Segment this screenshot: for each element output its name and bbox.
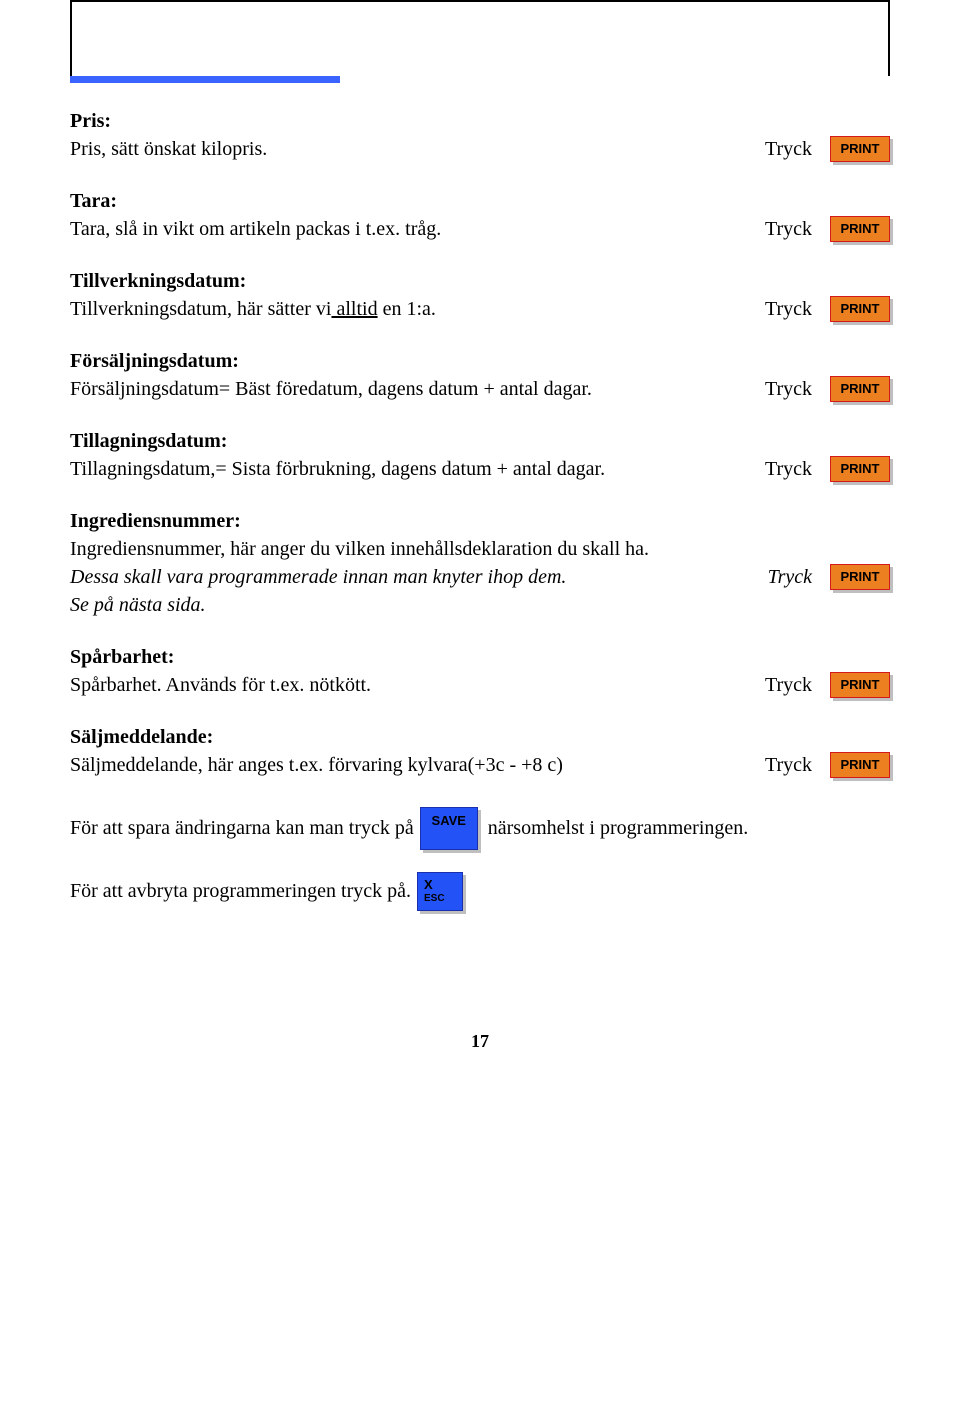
save-post-text: närsomhelst i programmeringen. [478, 817, 755, 840]
heading-ingrediensnummer: Ingrediensnummer: [70, 510, 241, 533]
tillverk-underline: alltid [331, 298, 377, 320]
page-number: 17 [70, 1031, 890, 1052]
body-tillagningsdatum: Tillagningsdatum,= Sista förbrukning, da… [70, 458, 742, 481]
footer: För att spara ändringarna kan man tryck … [70, 807, 890, 911]
tryck-label: Tryck [742, 138, 830, 161]
header-box [70, 0, 890, 76]
section-tillagningsdatum: Tillagningsdatum: Tillagningsdatum,= Sis… [70, 427, 890, 483]
section-forsaljningsdatum: Försäljningsdatum: Försäljningsdatum= Bä… [70, 347, 890, 403]
tryck-label: Tryck [742, 218, 830, 241]
tryck-label: Tryck [742, 674, 830, 697]
ingred-line1: Ingrediensnummer, här anger du vilken in… [70, 538, 649, 561]
section-sparbarhet: Spårbarhet: Spårbarhet. Används för t.ex… [70, 643, 890, 699]
ingred-line3: Se på nästa sida. [70, 594, 206, 617]
print-button[interactable]: PRINT [830, 216, 890, 242]
tryck-label: Tryck [742, 458, 830, 481]
tryck-label: Tryck [742, 298, 830, 321]
heading-tillagningsdatum: Tillagningsdatum: [70, 430, 227, 453]
esc-button[interactable]: X ESC [417, 872, 463, 911]
section-saljmeddelande: Säljmeddelande: Säljmeddelande, här ange… [70, 723, 890, 779]
body-sparbarhet: Spårbarhet. Används för t.ex. nötkött. [70, 674, 742, 697]
section-tillverkningsdatum: Tillverkningsdatum: Tillverkningsdatum, … [70, 267, 890, 323]
print-button[interactable]: PRINT [830, 136, 890, 162]
heading-forsaljningsdatum: Försäljningsdatum: [70, 350, 239, 373]
heading-saljmeddelande: Säljmeddelande: [70, 726, 213, 749]
esc-pre-text: För att avbryta programmeringen tryck på… [70, 880, 417, 903]
tillverk-post: en 1:a. [378, 298, 436, 320]
print-button[interactable]: PRINT [830, 456, 890, 482]
tryck-label: Tryck [742, 378, 830, 401]
print-button[interactable]: PRINT [830, 296, 890, 322]
body-saljmeddelande: Säljmeddelande, här anges t.ex. förvarin… [70, 754, 742, 777]
heading-tillverkningsdatum: Tillverkningsdatum: [70, 270, 246, 293]
print-button[interactable]: PRINT [830, 672, 890, 698]
accent-bar [70, 76, 340, 83]
print-button[interactable]: PRINT [830, 376, 890, 402]
section-ingrediensnummer: Ingrediensnummer: Ingrediensnummer, här … [70, 507, 890, 619]
ingred-line2: Dessa skall vara programmerade innan man… [70, 566, 742, 589]
heading-tara: Tara: [70, 190, 117, 213]
tryck-label: Tryck [742, 754, 830, 777]
body-tara: Tara, slå in vikt om artikeln packas i t… [70, 218, 742, 241]
section-pris: Pris: Pris, sätt önskat kilopris. Tryck … [70, 107, 890, 163]
print-button[interactable]: PRINT [830, 564, 890, 590]
body-tillverkningsdatum: Tillverkningsdatum, här sätter vi alltid… [70, 298, 742, 321]
body-pris: Pris, sätt önskat kilopris. [70, 138, 742, 161]
print-button[interactable]: PRINT [830, 752, 890, 778]
section-tara: Tara: Tara, slå in vikt om artikeln pack… [70, 187, 890, 243]
heading-pris: Pris: [70, 110, 111, 133]
save-button[interactable]: SAVE [420, 807, 478, 850]
body-forsaljningsdatum: Försäljningsdatum= Bäst föredatum, dagen… [70, 378, 742, 401]
tryck-label: Tryck [742, 566, 830, 589]
esc-label: ESC [424, 893, 456, 906]
tillverk-pre: Tillverkningsdatum, här sätter vi [70, 298, 331, 320]
esc-x-label: X [424, 877, 456, 893]
heading-sparbarhet: Spårbarhet: [70, 646, 174, 669]
save-pre-text: För att spara ändringarna kan man tryck … [70, 817, 420, 840]
